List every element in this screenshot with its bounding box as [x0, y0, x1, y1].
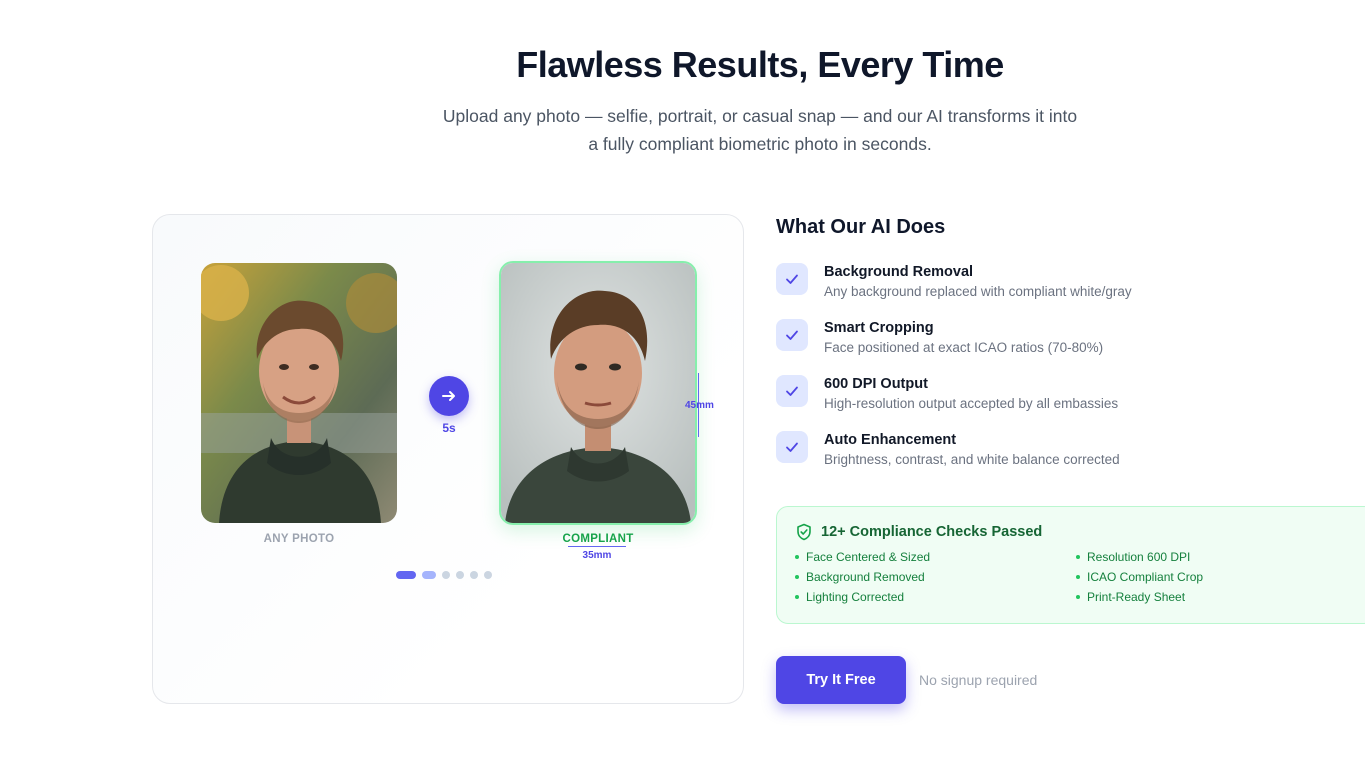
feature-title: 600 DPI Output: [824, 376, 928, 392]
height-measure: 45mm: [685, 400, 714, 411]
transform-arrow-button[interactable]: [429, 376, 469, 416]
compliance-item-label: Print-Ready Sheet: [1087, 590, 1186, 604]
compliance-list: Face Centered & Sized Resolution 600 DPI…: [795, 549, 1357, 605]
cta-row: Try It Free No signup required: [776, 656, 1037, 704]
feature-description: Brightness, contrast, and white balance …: [824, 452, 1120, 467]
section-title: Flawless Results, Every Time: [516, 44, 1004, 85]
compliance-item-label: Lighting Corrected: [806, 590, 905, 604]
check-icon: [776, 431, 808, 463]
after-photo: [499, 261, 697, 525]
compliance-title: 12+ Compliance Checks Passed: [821, 524, 1043, 540]
check-icon: [776, 263, 808, 295]
subtitle-line-1: Upload any photo — selfie, portrait, or …: [442, 106, 1078, 126]
subtitle-line-2: a fully compliant biometric photo in sec…: [588, 134, 932, 154]
compliance-item-label: ICAO Compliant Crop: [1087, 570, 1204, 584]
check-icon: [776, 319, 808, 351]
feature-description: Face positioned at exact ICAO ratios (70…: [824, 340, 1104, 355]
carousel-dot[interactable]: [470, 571, 478, 579]
bullet-dot: [1076, 555, 1080, 559]
after-label: COMPLIANT: [562, 533, 634, 545]
section-subtitle: Upload any photo — selfie, portrait, or …: [420, 102, 1100, 158]
compliance-item: ICAO Compliant Crop: [1076, 569, 1316, 585]
feature-title: Smart Cropping: [824, 320, 934, 336]
carousel-dot[interactable]: [422, 571, 436, 579]
cta-note: No signup required: [919, 672, 1038, 688]
carousel-dot[interactable]: [396, 571, 416, 579]
transform-time: 5s: [442, 421, 456, 435]
carousel-dot[interactable]: [442, 571, 450, 579]
check-icon: [776, 375, 808, 407]
carousel-dot[interactable]: [484, 571, 492, 579]
width-measure-line: [568, 546, 626, 547]
compliance-item: Face Centered & Sized: [795, 549, 1076, 565]
feature-item: 600 DPI Output High-resolution output ac…: [776, 375, 1365, 431]
width-measure: 35mm: [582, 550, 612, 561]
feature-item: Auto Enhancement Brightness, contrast, a…: [776, 431, 1365, 487]
compliance-checks-box: 12+ Compliance Checks Passed Face Center…: [776, 506, 1365, 624]
features-title: What Our AI Does: [776, 216, 946, 238]
shield-check-icon: [797, 523, 811, 541]
feature-title: Background Removal: [824, 264, 974, 280]
compliance-item: Lighting Corrected: [795, 589, 1076, 605]
carousel-dot[interactable]: [456, 571, 464, 579]
bullet-dot: [1076, 595, 1080, 599]
feature-item: Background Removal Any background replac…: [776, 263, 1365, 319]
carousel-dots: [396, 571, 492, 579]
before-photo: [201, 263, 397, 523]
bullet-dot: [795, 555, 799, 559]
compliance-item: Print-Ready Sheet: [1076, 589, 1316, 605]
before-after-demo-card: 5s 45mm ANY PHOTO COMPLIANT 35mm: [152, 214, 744, 704]
compliance-header: 12+ Compliance Checks Passed: [795, 523, 1357, 541]
feature-item: Smart Cropping Face positioned at exact …: [776, 319, 1365, 375]
compliance-item-label: Resolution 600 DPI: [1087, 550, 1191, 564]
bullet-dot: [795, 575, 799, 579]
feature-description: High-resolution output accepted by all e…: [824, 396, 1119, 411]
before-label: ANY PHOTO: [263, 533, 335, 545]
arrow-right-icon: [442, 391, 455, 401]
feature-title: Auto Enhancement: [824, 432, 957, 448]
compliance-item: Resolution 600 DPI: [1076, 549, 1316, 565]
compliance-item-label: Face Centered & Sized: [806, 550, 931, 564]
feature-description: Any background replaced with compliant w…: [824, 284, 1132, 299]
bullet-dot: [795, 595, 799, 599]
try-it-free-button[interactable]: Try It Free: [776, 656, 906, 704]
bullet-dot: [1076, 575, 1080, 579]
features-panel: What Our AI Does Background Removal Any …: [776, 214, 1365, 704]
compliance-item-label: Background Removed: [806, 570, 925, 584]
compliance-item: Background Removed: [795, 569, 1076, 585]
